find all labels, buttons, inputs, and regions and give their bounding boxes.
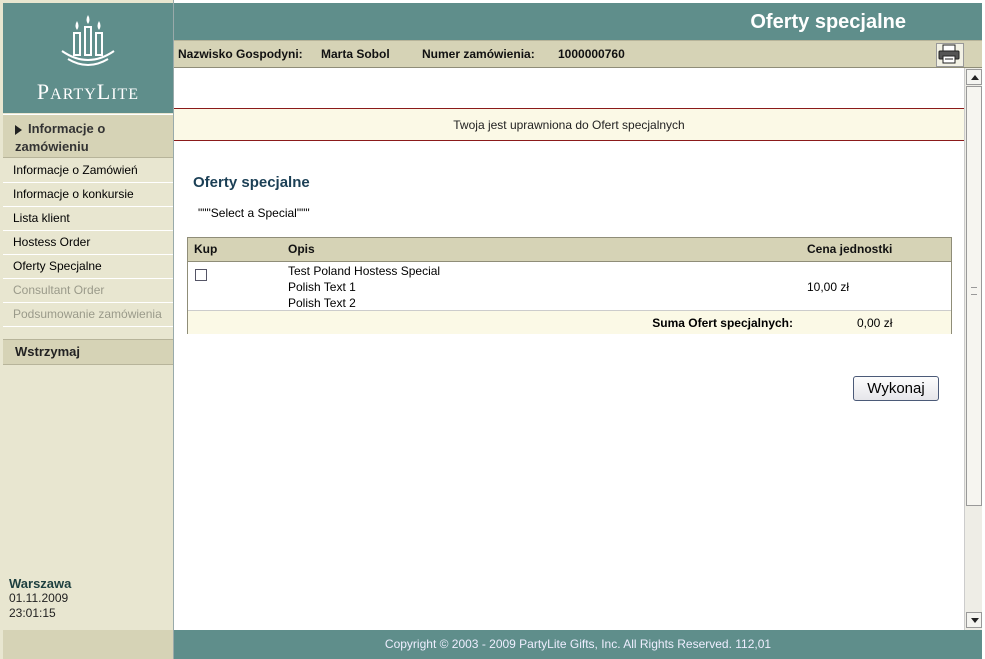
special-description-line: Test Poland Hostess Special <box>288 264 441 278</box>
sidebar-divider <box>3 322 173 340</box>
section-title: Oferty specjalne <box>193 174 310 191</box>
logo: PARTYLITE <box>3 3 173 113</box>
select-special-label: """Select a Special""" <box>198 206 310 220</box>
location-time: 23:01:15 <box>9 606 56 620</box>
special-description-line: Polish Text 1 <box>288 280 356 294</box>
special-description-line: Polish Text 2 <box>288 296 356 310</box>
sidebar-section-title: Informacje o zamówieniu <box>15 121 106 154</box>
table-row: Test Poland Hostess Special Polish Text … <box>188 262 951 310</box>
sidebar-footer <box>3 630 173 659</box>
footer-copyright: Copyright © 2003 - 2009 PartyLite Gifts,… <box>174 630 982 659</box>
sidebar-item-contest-info[interactable]: Informacje o konkursie <box>3 183 173 207</box>
location-date: 01.11.2009 <box>9 591 69 605</box>
order-info-bar: Nazwisko Gospodyni: Marta Sobol Numer za… <box>174 40 982 68</box>
order-number: 1000000760 <box>558 47 625 61</box>
eligibility-notice: Twoja jest uprawniona do Ofert specjalny… <box>174 108 964 141</box>
location-city: Warszawa <box>9 576 72 591</box>
specials-table: Kup Opis Cena jednostki Test Poland Host… <box>187 237 952 334</box>
triangle-right-icon <box>15 124 22 135</box>
sidebar-nav: Informacje o Zamówień Informacje o konku… <box>3 159 173 327</box>
special-unit-price: 10,00 zł <box>807 280 850 294</box>
hold-button[interactable]: Wstrzymaj <box>3 340 173 365</box>
run-button[interactable]: Wykonaj <box>853 376 939 401</box>
sidebar-item-special-offers[interactable]: Oferty Specjalne <box>3 255 173 279</box>
column-header-description: Opis <box>288 242 315 256</box>
content-area <box>174 68 964 630</box>
hostess-name: Marta Sobol <box>321 47 390 61</box>
vertical-scrollbar[interactable] <box>964 68 982 630</box>
page-title: Oferty specjalne <box>750 11 906 33</box>
scrollbar-thumb[interactable] <box>966 86 982 506</box>
sidebar-item-client-list[interactable]: Lista klient <box>3 207 173 231</box>
sidebar-section-header[interactable]: Informacje o zamówieniu <box>3 114 173 158</box>
page-header: Oferty specjalne <box>174 3 982 40</box>
chevron-up-icon <box>971 75 979 80</box>
sidebar-item-consultant-order: Consultant Order <box>3 279 173 303</box>
logo-wordmark: PARTYLITE <box>36 79 140 104</box>
column-header-buy: Kup <box>194 242 218 256</box>
sidebar-item-order-info[interactable]: Informacje o Zamówień <box>3 159 173 183</box>
sidebar-item-hostess-order[interactable]: Hostess Order <box>3 231 173 255</box>
printer-icon <box>938 44 960 64</box>
print-button[interactable] <box>936 43 964 67</box>
location-block: Warszawa 01.11.2009 23:01:15 <box>9 576 169 621</box>
sum-value: 0,00 zł <box>857 316 893 330</box>
sum-label: Suma Ofert specjalnych: <box>652 316 793 330</box>
hostess-label: Nazwisko Gospodyni: <box>178 47 303 61</box>
chevron-down-icon <box>971 618 979 623</box>
candle-logo-icon <box>61 15 115 66</box>
table-header: Kup Opis Cena jednostki <box>188 238 951 262</box>
order-number-label: Numer zamówienia: <box>422 47 535 61</box>
column-header-unit-price: Cena jednostki <box>807 242 893 256</box>
table-sum-row: Suma Ofert specjalnych: 0,00 zł <box>188 310 951 334</box>
scroll-down-button[interactable] <box>966 612 982 628</box>
grip-icon <box>971 287 977 295</box>
scroll-up-button[interactable] <box>966 69 982 85</box>
buy-checkbox[interactable] <box>195 269 207 281</box>
